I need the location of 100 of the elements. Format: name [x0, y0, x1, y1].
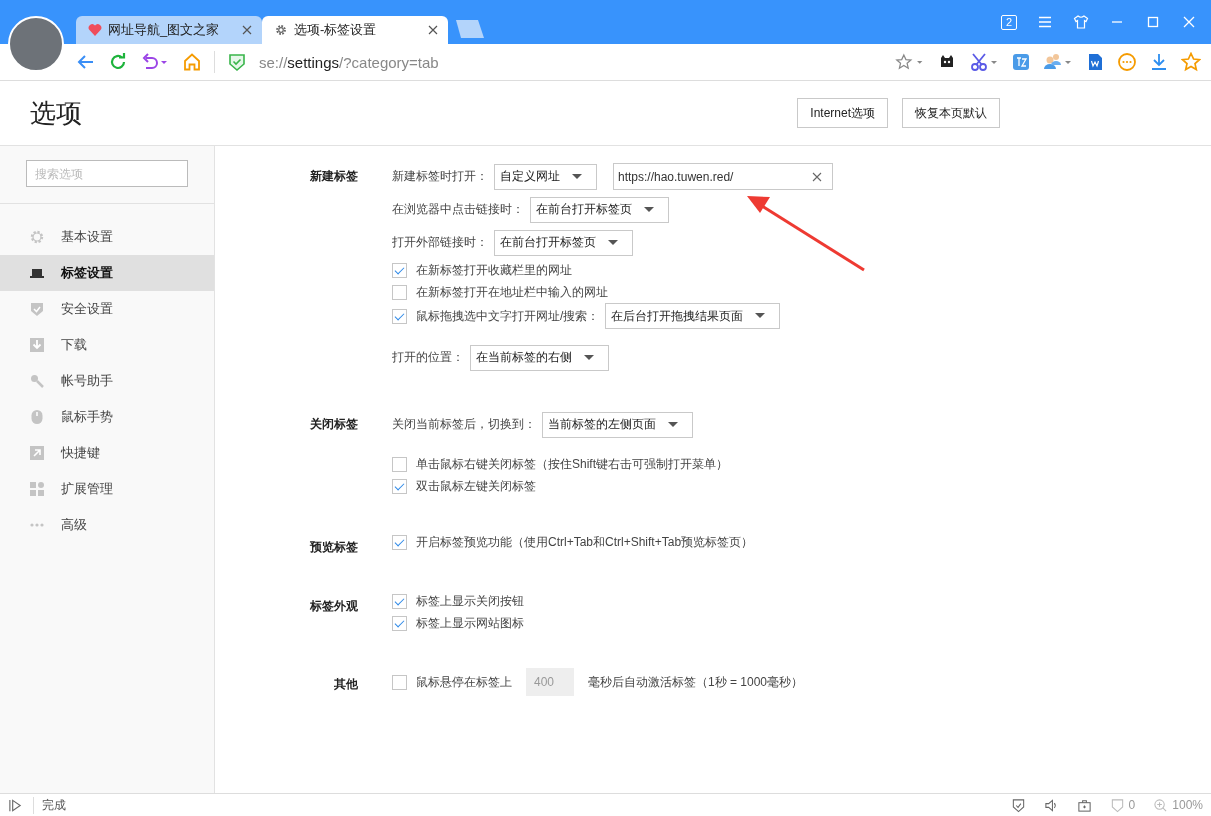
checkbox-label: 在新标签打开在地址栏中输入的网址	[416, 283, 608, 301]
sidebar-item[interactable]: 高级	[0, 507, 214, 543]
checkbox-label: 在新标签打开收藏栏里的网址	[416, 261, 572, 279]
mouse-icon	[29, 409, 45, 425]
shield-check-icon[interactable]	[227, 52, 247, 72]
checkbox[interactable]	[392, 456, 407, 472]
extensions-icon	[29, 481, 45, 497]
refresh-icon[interactable]	[108, 52, 128, 72]
checkbox[interactable]	[392, 478, 407, 494]
checkbox[interactable]	[392, 674, 407, 690]
star-icon[interactable]	[1181, 52, 1201, 72]
sidebar-toggle-icon[interactable]	[8, 797, 23, 813]
home-icon[interactable]	[182, 52, 202, 72]
shortcut-icon	[29, 445, 45, 461]
clear-icon[interactable]	[812, 171, 822, 182]
dropdown[interactable]: 在前台打开标签页	[494, 229, 633, 256]
tab-title: 选项-标签设置	[294, 21, 378, 39]
caret-icon	[668, 421, 678, 428]
checkbox[interactable]	[392, 534, 407, 550]
header-button[interactable]: Internet选项	[797, 98, 888, 128]
url-field[interactable]: https://hao.tuwen.red/	[613, 163, 833, 190]
address-bar[interactable]: se://settings/?category=tab	[259, 53, 439, 71]
close-icon[interactable]	[428, 25, 438, 35]
sidebar-label: 帐号助手	[61, 372, 113, 390]
more-circle-icon[interactable]	[1117, 52, 1137, 72]
zoom-icon[interactable]	[1153, 797, 1169, 813]
checkbox-label: 单击鼠标右键关闭标签（按住Shift键右击可强制打开菜单）	[416, 455, 728, 473]
sidebar-item[interactable]: 快捷键	[0, 435, 214, 471]
menu-icon[interactable]	[1037, 14, 1053, 30]
scissors-icon[interactable]	[969, 52, 999, 72]
caret-icon	[572, 173, 582, 180]
zoom-level: 100%	[1172, 798, 1203, 812]
sidebar-label: 快捷键	[61, 444, 100, 462]
sidebar-label: 下载	[61, 336, 87, 354]
sidebar-label: 扩展管理	[61, 480, 113, 498]
sidebar-item[interactable]: 下载	[0, 327, 214, 363]
section-heading: 其他	[333, 676, 358, 693]
maximize-icon[interactable]	[1145, 14, 1161, 30]
checkbox-label: 双击鼠标左键关闭标签	[416, 477, 536, 495]
close-icon[interactable]	[1181, 14, 1197, 30]
setting-label: 关闭当前标签后，切换到：	[392, 416, 536, 433]
heart-icon	[88, 23, 102, 37]
checkbox-label: 鼠标拖拽选中文字打开网址/搜索：	[416, 307, 600, 325]
checkbox[interactable]	[392, 262, 407, 278]
checkbox-label: 标签上显示关闭按钮	[416, 592, 524, 610]
unit-label: 毫秒后自动激活标签（1秒 = 1000毫秒）	[588, 673, 804, 691]
sidebar-label: 安全设置	[61, 300, 113, 318]
sidebar-item[interactable]: 标签设置	[0, 255, 214, 291]
sidebar-item[interactable]: 扩展管理	[0, 471, 214, 507]
shield-check-icon[interactable]	[1010, 797, 1026, 813]
shield-icon	[29, 301, 45, 317]
sidebar-item[interactable]: 鼠标手势	[0, 399, 214, 435]
undo-icon[interactable]	[140, 52, 170, 72]
section-heading: 关闭标签	[310, 416, 358, 433]
caret-icon	[584, 354, 594, 361]
sidebar-label: 鼠标手势	[61, 408, 113, 426]
setting-label: 新建标签时打开：	[392, 168, 488, 185]
caret-icon	[755, 313, 766, 319]
toolbox-icon[interactable]	[1076, 797, 1092, 813]
new-tab-button[interactable]	[456, 20, 484, 38]
download-icon[interactable]	[1149, 52, 1169, 72]
section-heading: 预览标签	[310, 539, 358, 556]
sidebar-label: 基本设置	[61, 228, 113, 246]
users-icon[interactable]	[1043, 52, 1073, 72]
header-button[interactable]: 恢复本页默认	[902, 98, 1000, 128]
search-field[interactable]: 搜索选项	[26, 160, 188, 187]
setting-label: 在浏览器中点击链接时：	[392, 201, 524, 218]
checkbox-label: 开启标签预览功能（使用Ctrl+Tab和Ctrl+Shift+Tab预览标签页）	[416, 533, 754, 551]
gear-icon	[274, 23, 288, 37]
sidebar-item[interactable]: 安全设置	[0, 291, 214, 327]
star-icon[interactable]	[895, 52, 925, 72]
browser-tab[interactable]: 选项-标签设置	[262, 16, 448, 44]
dropdown[interactable]: 自定义网址	[494, 163, 597, 190]
ad-block-icon[interactable]	[1109, 797, 1125, 813]
close-icon[interactable]	[242, 25, 252, 35]
checkbox[interactable]	[392, 593, 407, 609]
dropdown[interactable]: 在前台打开标签页	[530, 196, 669, 223]
section-heading: 新建标签	[310, 168, 358, 185]
page-title: 选项	[30, 96, 82, 130]
checkbox[interactable]	[392, 308, 407, 324]
browser-tab[interactable]: 网址导航_图文之家	[76, 16, 262, 44]
translate-icon[interactable]	[1011, 52, 1031, 72]
caret-icon	[644, 206, 654, 213]
tab-title: 网址导航_图文之家	[108, 21, 221, 39]
caret-icon	[608, 239, 618, 246]
dropdown[interactable]: 当前标签的左侧页面	[542, 411, 693, 438]
speaker-icon[interactable]	[1043, 797, 1059, 813]
sidebar-item[interactable]: 帐号助手	[0, 363, 214, 399]
setting-label: 打开外部链接时：	[392, 234, 488, 251]
sidebar-label: 标签设置	[61, 264, 113, 282]
setting-label: 打开的位置：	[392, 349, 464, 366]
sidebar-label: 高级	[61, 516, 87, 534]
sidebar-item[interactable]: 基本设置	[0, 219, 214, 255]
checkbox[interactable]	[392, 615, 407, 631]
checkbox[interactable]	[392, 284, 407, 300]
dropdown[interactable]: 在后台打开拖拽结果页面	[605, 303, 781, 329]
dropdown[interactable]: 在当前标签的右侧	[470, 344, 609, 371]
checkbox-label: 标签上显示网站图标	[416, 614, 524, 632]
status-text: 完成	[33, 796, 66, 814]
shirt-icon[interactable]	[1073, 14, 1089, 30]
